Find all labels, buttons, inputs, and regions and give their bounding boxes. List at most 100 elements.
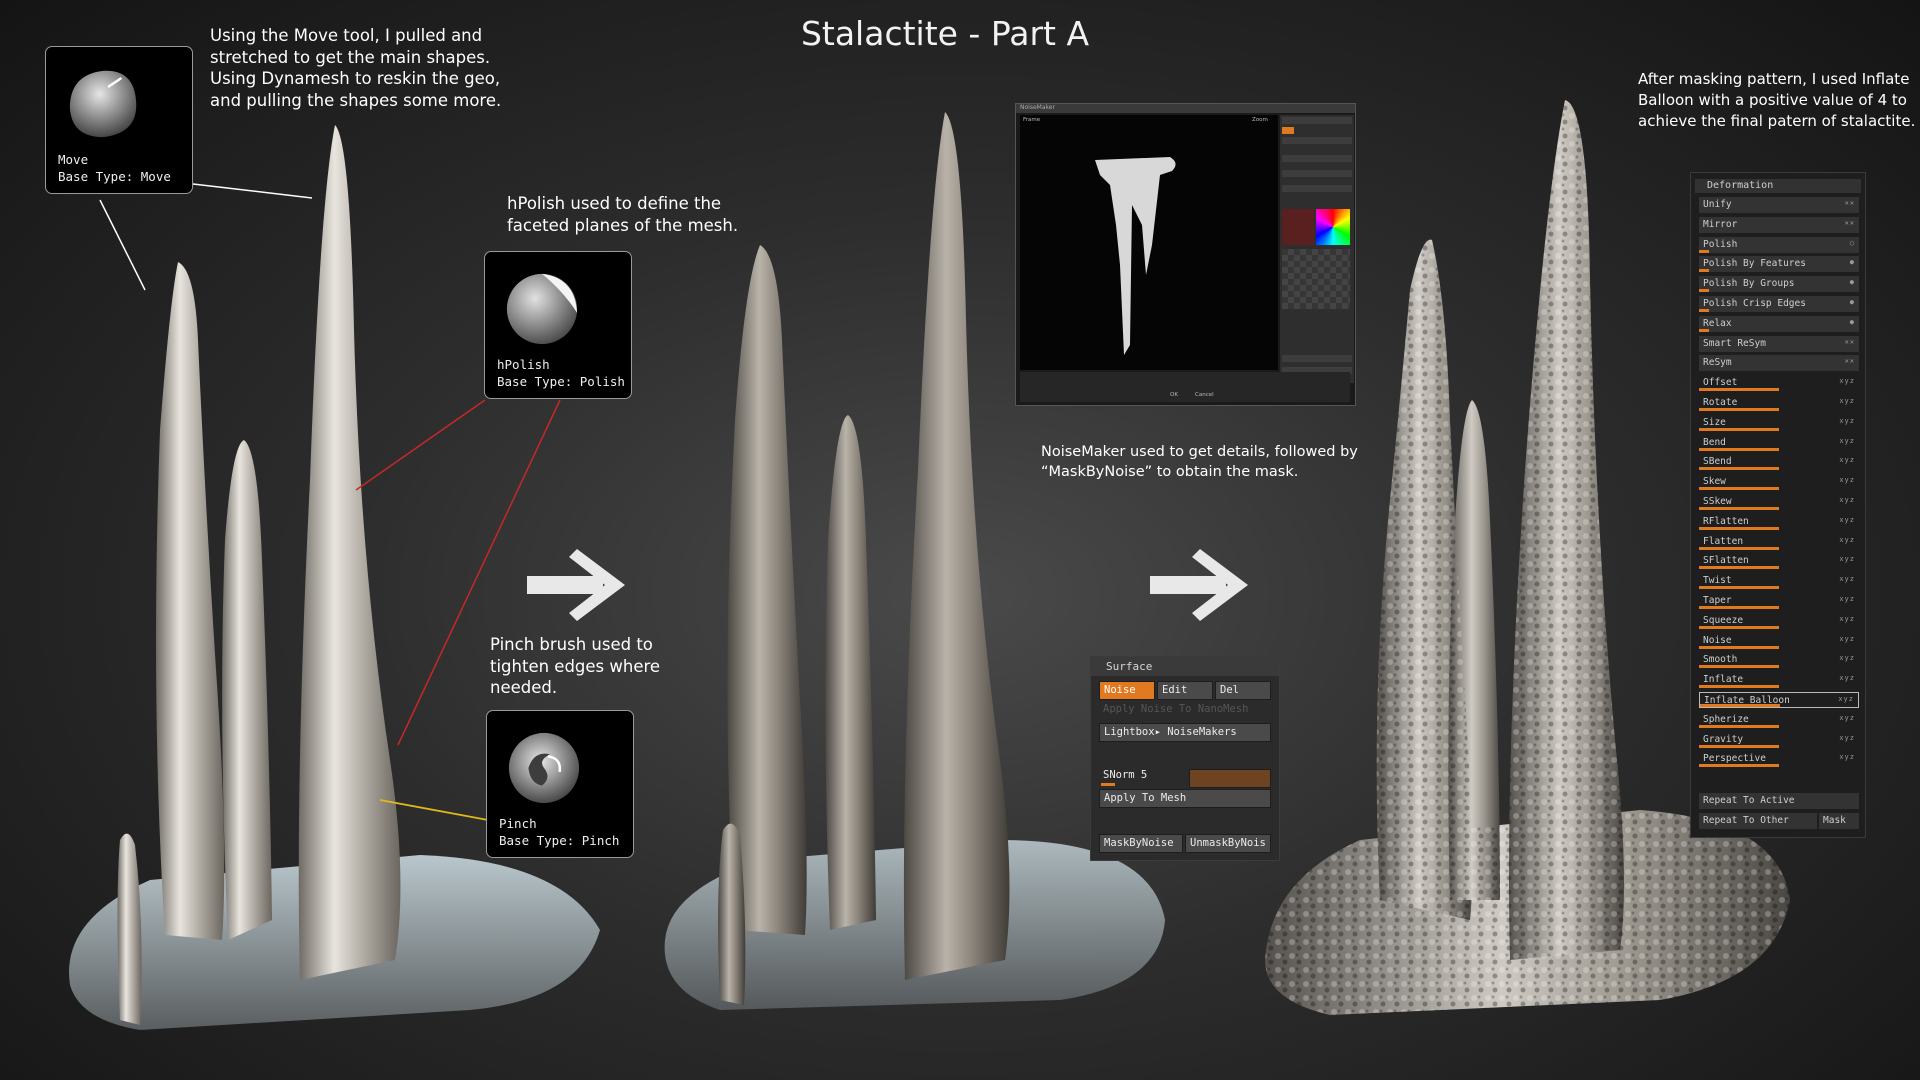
axis-toggle-icon[interactable]: xyz <box>1839 397 1855 405</box>
deformation-slider[interactable] <box>1699 487 1779 491</box>
axis-toggle-icon[interactable]: xyz <box>1839 595 1855 603</box>
mask-button[interactable]: Mask <box>1819 813 1859 829</box>
deformation-rflatten[interactable]: RFlatten xyz <box>1699 514 1859 530</box>
deformation-slider[interactable] <box>1699 566 1779 570</box>
deformation-inflate[interactable]: Inflate xyz <box>1699 672 1859 689</box>
deformation-polish[interactable]: Polish ○ <box>1699 236 1859 253</box>
deformation-slider[interactable] <box>1699 645 1779 649</box>
axis-toggle-icon[interactable]: ● <box>1850 278 1855 286</box>
deformation-sflatten[interactable]: SFlatten xyz <box>1699 553 1859 570</box>
deformation-slider[interactable] <box>1699 744 1779 748</box>
del-button[interactable]: Del <box>1215 681 1271 700</box>
noise-button[interactable]: Noise <box>1099 681 1155 700</box>
nm-setting-row[interactable] <box>1282 137 1352 144</box>
axis-toggle-icon[interactable]: xyz <box>1839 753 1855 761</box>
deformation-slider[interactable] <box>1699 249 1709 253</box>
deformation-slider[interactable] <box>1699 685 1779 689</box>
edit-button[interactable]: Edit <box>1157 681 1213 700</box>
axis-toggle-icon[interactable]: xyz <box>1839 575 1855 583</box>
deformation-size[interactable]: Size xyz <box>1699 415 1859 431</box>
axis-toggle-icon[interactable]: xyz <box>1839 377 1855 385</box>
deformation-mirror[interactable]: Mirror ✕✕ <box>1699 216 1859 233</box>
axis-toggle-icon[interactable]: ✕✕ <box>1845 338 1855 346</box>
deformation-slider[interactable] <box>1699 269 1709 273</box>
axis-toggle-icon[interactable]: xyz <box>1838 695 1854 703</box>
deformation-skew[interactable]: Skew xyz <box>1699 474 1859 491</box>
noisemaker-viewport[interactable]: Frame Zoom <box>1020 115 1278 370</box>
deformation-perspective[interactable]: Perspective xyz <box>1699 751 1859 768</box>
deformation-offset[interactable]: Offset xyz <box>1699 375 1859 392</box>
noisemaker-zoom-label[interactable]: Zoom <box>1252 117 1268 123</box>
deformation-slider[interactable] <box>1699 289 1709 293</box>
deformation-slider[interactable] <box>1699 408 1779 411</box>
axis-toggle-icon[interactable]: xyz <box>1839 437 1855 445</box>
deformation-slider[interactable] <box>1699 665 1779 669</box>
deformation-slider[interactable] <box>1699 586 1779 590</box>
noisemaker-cancel-button[interactable]: Cancel <box>1195 392 1214 398</box>
deformation-flatten[interactable]: Flatten xyz <box>1699 534 1859 550</box>
deformation-smooth[interactable]: Smooth xyz <box>1699 652 1859 669</box>
axis-toggle-icon[interactable]: ✕✕ <box>1845 199 1855 207</box>
deformation-resym[interactable]: ReSym ✕✕ <box>1699 355 1859 372</box>
deformation-slider[interactable] <box>1699 447 1779 451</box>
axis-toggle-icon[interactable]: xyz <box>1839 417 1855 425</box>
noisemaker-ok-button[interactable]: OK <box>1170 392 1178 398</box>
snorm-curve-button[interactable] <box>1189 769 1271 788</box>
nm-setting-row[interactable] <box>1282 355 1352 362</box>
deformation-slider[interactable] <box>1699 546 1779 550</box>
deformation-polish-crisp-edges[interactable]: Polish Crisp Edges ● <box>1699 296 1859 312</box>
apply-noise-nanomesh-button[interactable]: Apply Noise To NanoMesh <box>1099 701 1271 720</box>
axis-toggle-icon[interactable]: xyz <box>1839 654 1855 662</box>
mask-by-noise-button[interactable]: MaskByNoise <box>1099 834 1183 853</box>
nm-setting-row[interactable] <box>1282 127 1294 134</box>
nm-setting-row[interactable] <box>1282 170 1352 177</box>
apply-to-mesh-button[interactable]: Apply To Mesh <box>1099 789 1271 808</box>
axis-toggle-icon[interactable]: ○ <box>1850 239 1855 247</box>
deformation-slider[interactable] <box>1699 388 1779 392</box>
deformation-gravity[interactable]: Gravity xyz <box>1699 732 1859 748</box>
nm-setting-row[interactable] <box>1282 155 1352 162</box>
surface-panel-header[interactable]: Surface <box>1091 657 1279 676</box>
axis-toggle-icon[interactable]: ✕✕ <box>1845 219 1855 227</box>
unmask-by-noise-button[interactable]: UnmaskByNois <box>1185 834 1271 853</box>
deformation-sskew[interactable]: SSkew xyz <box>1699 494 1859 510</box>
deformation-slider[interactable] <box>1699 328 1709 332</box>
deformation-slider[interactable] <box>1699 606 1779 609</box>
deformation-slider[interactable] <box>1700 704 1780 707</box>
lightbox-noisemakers-button[interactable]: Lightbox▸ NoiseMakers <box>1099 723 1271 742</box>
axis-toggle-icon[interactable]: xyz <box>1839 714 1855 722</box>
repeat-to-other-button[interactable]: Repeat To Other <box>1699 813 1817 829</box>
axis-toggle-icon[interactable]: xyz <box>1839 516 1855 524</box>
axis-toggle-icon[interactable]: xyz <box>1839 555 1855 563</box>
deformation-sbend[interactable]: SBend xyz <box>1699 454 1859 471</box>
deformation-noise[interactable]: Noise xyz <box>1699 633 1859 649</box>
axis-toggle-icon[interactable]: xyz <box>1839 456 1855 464</box>
deformation-slider[interactable] <box>1699 724 1779 728</box>
deformation-squeeze[interactable]: Squeeze xyz <box>1699 613 1859 629</box>
axis-toggle-icon[interactable]: xyz <box>1839 615 1855 623</box>
axis-toggle-icon[interactable]: ● <box>1850 318 1855 326</box>
deformation-slider[interactable] <box>1699 467 1779 471</box>
axis-toggle-icon[interactable]: xyz <box>1839 536 1855 544</box>
axis-toggle-icon[interactable]: xyz <box>1839 635 1855 643</box>
deformation-relax[interactable]: Relax ● <box>1699 315 1859 332</box>
axis-toggle-icon[interactable]: ● <box>1850 258 1855 266</box>
axis-toggle-icon[interactable]: xyz <box>1839 734 1855 742</box>
deformation-slider[interactable] <box>1699 526 1779 530</box>
nm-setting-row[interactable] <box>1282 185 1352 192</box>
nm-setting-row[interactable] <box>1282 117 1352 124</box>
deformation-rotate[interactable]: Rotate xyz <box>1699 395 1859 411</box>
deformation-inflate-balloon[interactable]: Inflate Balloon xyz <box>1699 692 1859 708</box>
deformation-smart-resym[interactable]: Smart ReSym ✕✕ <box>1699 335 1859 352</box>
axis-toggle-icon[interactable]: xyz <box>1839 496 1855 504</box>
deformation-slider[interactable] <box>1699 625 1779 629</box>
axis-toggle-icon[interactable]: xyz <box>1839 476 1855 484</box>
nm-color-picker[interactable] <box>1316 209 1350 245</box>
deformation-polish-by-features[interactable]: Polish By Features ● <box>1699 256 1859 273</box>
deformation-panel-header[interactable]: Deformation <box>1695 179 1861 193</box>
nm-color-swatch[interactable] <box>1282 209 1314 245</box>
axis-toggle-icon[interactable]: ✕✕ <box>1845 357 1855 365</box>
deformation-slider[interactable] <box>1699 764 1779 768</box>
axis-toggle-icon[interactable]: xyz <box>1839 674 1855 682</box>
repeat-to-active-button[interactable]: Repeat To Active <box>1699 793 1859 809</box>
